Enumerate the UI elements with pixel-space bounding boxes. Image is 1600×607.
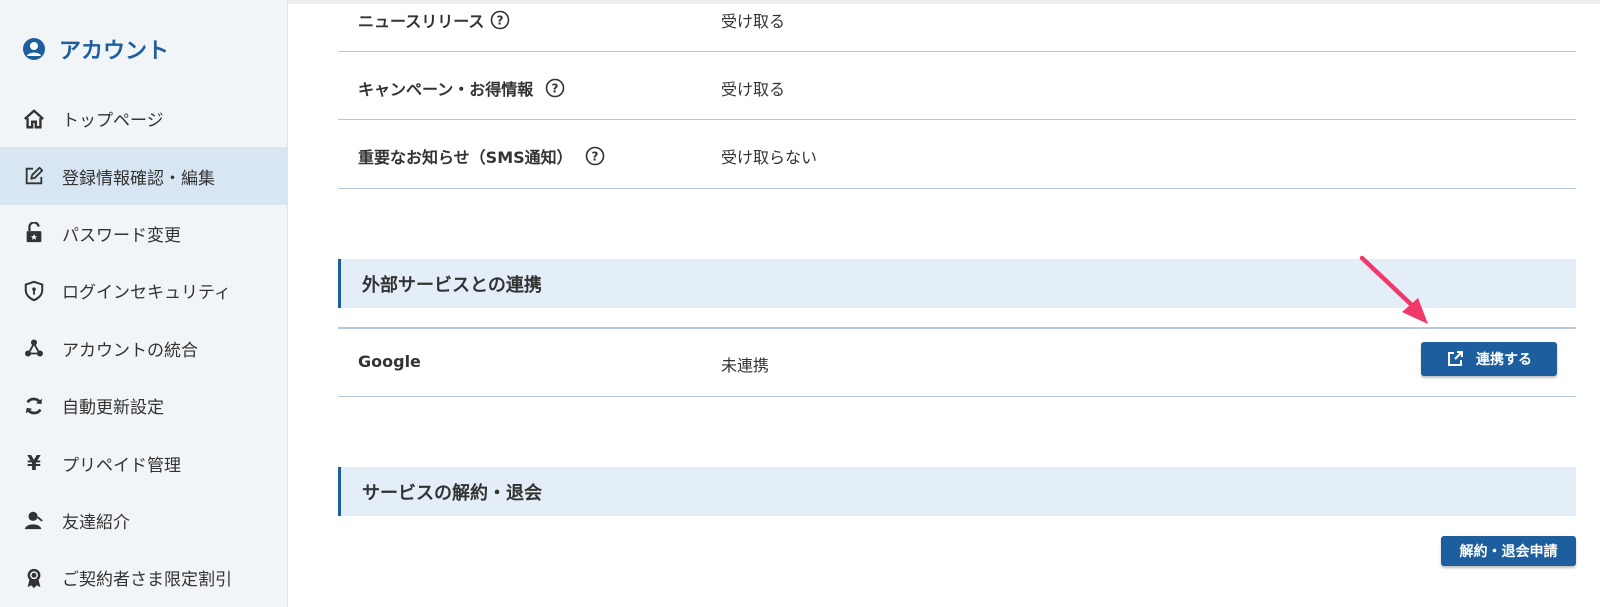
- sidebar-item-label: アカウントの統合: [62, 340, 198, 361]
- sidebar: アカウント トップページ 登録情報確認・編集 パスワード変更 ログインセキュリテ…: [0, 0, 288, 607]
- sidebar-item-account-merge[interactable]: アカウントの統合: [0, 320, 288, 377]
- external-row-google: Google 未連携: [338, 329, 1576, 397]
- row-label: 重要なお知らせ（SMS通知） ?: [358, 144, 605, 168]
- settings-row-news-release: ニュースリリース ? 受け取る: [338, 0, 1576, 52]
- sidebar-item-label: 登録情報確認・編集: [62, 168, 215, 189]
- sidebar-item-password[interactable]: パスワード変更: [0, 205, 288, 262]
- yen-icon: ¥: [27, 451, 41, 476]
- svg-text:?: ?: [497, 14, 504, 28]
- row-label-text: キャンペーン・お得情報: [358, 80, 534, 99]
- main-content: ニュースリリース ? 受け取る キャンペーン・お得情報 ? 受け取る 重要なお知…: [338, 0, 1576, 607]
- shield-icon: [23, 280, 45, 302]
- sidebar-item-label: 自動更新設定: [62, 398, 164, 419]
- sidebar-item-profile-edit[interactable]: 登録情報確認・編集: [0, 147, 288, 205]
- settings-row-sms-notice: 重要なお知らせ（SMS通知） ? 受け取らない: [338, 120, 1576, 189]
- row-value: 受け取る: [721, 12, 786, 31]
- row-label: ニュースリリース ?: [358, 8, 510, 32]
- sidebar-title: アカウント: [22, 32, 169, 66]
- sidebar-item-label: プリペイド管理: [62, 455, 181, 476]
- badge-icon: [23, 567, 45, 589]
- refresh-icon: [23, 395, 45, 417]
- row-label-text: ニュースリリース: [358, 12, 485, 31]
- sidebar-item-auto-renewal[interactable]: 自動更新設定: [0, 377, 288, 434]
- sidebar-item-label: ログインセキュリティ: [62, 283, 231, 304]
- account-icon: [23, 38, 45, 60]
- sidebar-nav: トップページ 登録情報確認・編集 パスワード変更 ログインセキュリティ アカウン…: [0, 90, 288, 607]
- sidebar-item-label: パスワード変更: [62, 225, 181, 246]
- sidebar-title-label: アカウント: [59, 39, 170, 64]
- section-header-cancellation: サービスの解約・退会: [338, 467, 1576, 516]
- sidebar-item-referral[interactable]: 友達紹介: [0, 492, 288, 549]
- merge-icon: [23, 337, 45, 359]
- settings-row-campaign: キャンペーン・お得情報 ? 受け取る: [338, 52, 1576, 120]
- external-link-icon: [1448, 351, 1463, 366]
- row-label: キャンペーン・お得情報 ?: [358, 76, 565, 100]
- svg-text:?: ?: [552, 82, 559, 96]
- sidebar-item-label: ご契約者さま限定割引: [62, 570, 232, 591]
- service-name: Google: [358, 352, 421, 371]
- help-icon[interactable]: ?: [545, 78, 565, 98]
- cancel-membership-button[interactable]: 解約・退会申請: [1441, 536, 1576, 566]
- home-icon: [23, 108, 45, 130]
- lock-icon: [23, 222, 45, 244]
- sidebar-item-prepaid[interactable]: ¥ プリペイド管理: [0, 434, 288, 491]
- pointer-arrow-icon: [1359, 255, 1428, 324]
- row-value: 受け取らない: [721, 148, 818, 167]
- sidebar-item-top-page[interactable]: トップページ: [0, 90, 288, 147]
- link-google-button[interactable]: 連携する: [1421, 342, 1557, 376]
- link-status: 未連携: [721, 356, 770, 375]
- row-label-text: 重要なお知らせ（SMS通知）: [358, 148, 573, 167]
- help-icon[interactable]: ?: [490, 10, 510, 30]
- edit-icon: [23, 165, 45, 187]
- svg-text:?: ?: [591, 150, 598, 164]
- user-icon: [23, 509, 45, 531]
- sidebar-item-label: トップページ: [62, 111, 164, 132]
- row-value: 受け取る: [721, 80, 786, 99]
- sidebar-item-login-security[interactable]: ログインセキュリティ: [0, 262, 288, 319]
- sidebar-item-discount[interactable]: ご契約者さま限定割引: [0, 549, 288, 606]
- sidebar-item-label: 友達紹介: [62, 512, 130, 533]
- link-google-button-label: 連携する: [1476, 352, 1532, 368]
- help-icon[interactable]: ?: [585, 146, 605, 166]
